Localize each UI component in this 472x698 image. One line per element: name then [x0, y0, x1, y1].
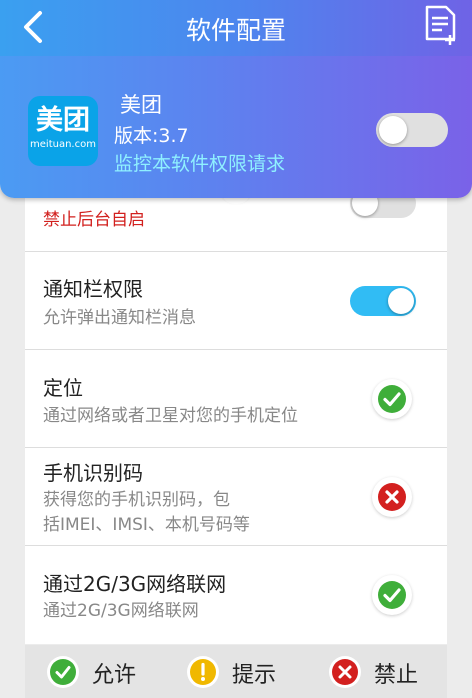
- permission-list: 禁止后台自启 通知栏权限 允许弹出通知栏消息 定位 通过网络或者卫星对您的手机定…: [25, 150, 447, 644]
- legend-prompt-label: 提示: [232, 663, 277, 688]
- meituan-app-icon: 美团 meituan.com: [28, 96, 98, 166]
- row-desc: 禁止后台自启: [43, 210, 145, 230]
- app-name: 美团: [120, 93, 162, 117]
- legend-deny-label: 禁止: [374, 663, 419, 688]
- status-deny-button[interactable]: [372, 477, 412, 517]
- row-title: 手机识别码: [43, 461, 143, 485]
- row-desc-line2: 括IMEI、IMSI、本机号码等: [43, 515, 250, 535]
- monitor-description: 监控本软件权限请求: [114, 153, 286, 175]
- page-title: 软件配置: [185, 16, 286, 45]
- status-allow-button[interactable]: [372, 575, 412, 615]
- top-app-bar: 软件配置: [0, 0, 472, 56]
- row-title: 通过2G/3G网络联网: [43, 572, 227, 596]
- x-circle-icon: [329, 656, 361, 688]
- app-icon-text: 美团: [36, 105, 90, 136]
- check-circle-icon: [378, 581, 406, 609]
- row-title: 定位: [43, 376, 83, 400]
- row-desc-line1: 获得您的手机识别码，包: [43, 490, 230, 510]
- notification-toggle[interactable]: [350, 286, 416, 316]
- row-title: 通知栏权限: [43, 277, 143, 301]
- status-legend: 允许 提示 禁止: [25, 645, 447, 698]
- row-desc: 通过网络或者卫星对您的手机定位: [43, 406, 298, 426]
- app-version: 版本:3.7: [114, 125, 189, 147]
- list-item-location[interactable]: 定位 通过网络或者卫星对您的手机定位: [25, 350, 447, 448]
- row-desc: 通过2G/3G网络联网: [43, 601, 199, 621]
- status-allow-button[interactable]: [372, 379, 412, 419]
- toggle-knob: [379, 116, 407, 144]
- legend-allow-label: 允许: [92, 663, 137, 688]
- app-info-card: 美团 meituan.com 美团 版本:3.7 监控本软件权限请求: [0, 56, 472, 198]
- app-icon-subtext: meituan.com: [30, 139, 96, 150]
- document-add-icon: [425, 5, 456, 45]
- x-circle-icon: [378, 483, 406, 511]
- add-document-button[interactable]: [424, 5, 458, 47]
- row-desc: 允许弹出通知栏消息: [43, 308, 196, 328]
- check-circle-icon: [47, 656, 79, 688]
- monitor-toggle[interactable]: [376, 113, 448, 147]
- list-item-notification[interactable]: 通知栏权限 允许弹出通知栏消息: [25, 251, 447, 350]
- toggle-knob: [388, 288, 414, 314]
- list-item-mobile-data[interactable]: 通过2G/3G网络联网 通过2G/3G网络联网: [25, 546, 447, 644]
- check-circle-icon: [378, 385, 406, 413]
- list-item-device-id[interactable]: 手机识别码 获得您的手机识别码，包 括IMEI、IMSI、本机号码等: [25, 448, 447, 546]
- exclamation-circle-icon: [187, 656, 219, 688]
